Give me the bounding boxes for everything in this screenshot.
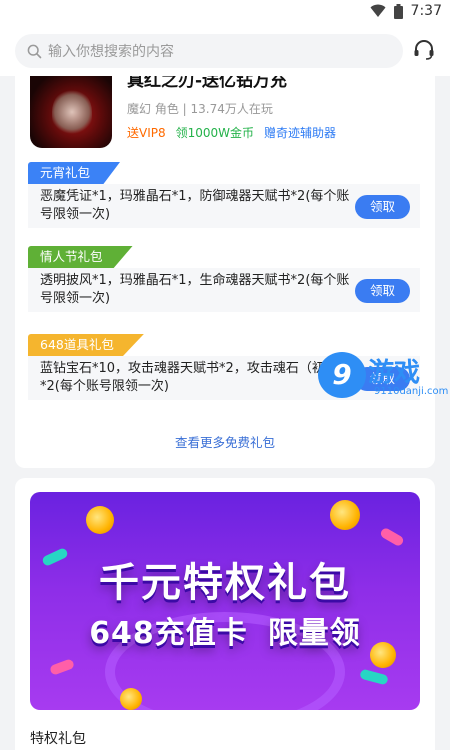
status-bar: 7:37 xyxy=(0,0,450,24)
section-title: 特权礼包 xyxy=(30,731,86,747)
privilege-card: 千元特权礼包 648充值卡 限量领 特权礼包 xyxy=(15,478,435,750)
search-input[interactable]: 输入你想搜索的内容 xyxy=(15,34,403,68)
coin-icon xyxy=(86,506,114,534)
gift-description: 恶魔凭证*1，玛雅晶石*1，防御魂器天赋书*2(每个账号限领一次) xyxy=(40,189,350,222)
tag-helper-tool: 赠奇迹辅助器 xyxy=(264,126,337,140)
game-icon[interactable] xyxy=(30,76,112,148)
game-title[interactable]: 真红之刃-送亿钻万充 xyxy=(127,76,287,91)
gift-description: 透明披风*1，玛雅晶石*1，生命魂器天赋书*2(每个账号限领一次) xyxy=(40,273,350,306)
gift-description: 蓝钻宝石*10，攻击魂器天赋书*2，攻击魂石（初级）*2(每个账号限领一次) xyxy=(40,361,345,394)
search-placeholder: 输入你想搜索的内容 xyxy=(48,44,174,60)
promo-banner[interactable]: 千元特权礼包 648充值卡 限量领 xyxy=(30,492,420,710)
gift-label: 元宵礼包 xyxy=(28,162,121,184)
battery-icon xyxy=(393,3,403,19)
claim-button[interactable]: 领取 xyxy=(355,195,410,219)
banner-subtitle: 648充值卡 限量领 xyxy=(89,616,361,651)
watermark-badge: 9 xyxy=(318,352,366,398)
more-gifts-link[interactable]: 查看更多免费礼包 xyxy=(15,432,435,451)
watermark-name: 游戏 xyxy=(368,358,421,388)
coin-icon xyxy=(120,688,142,710)
claim-button[interactable]: 领取 xyxy=(355,279,410,303)
tag-coins: 领1000W金币 xyxy=(175,126,255,140)
search-header: 输入你想搜索的内容 xyxy=(0,24,450,76)
gift-label: 情人节礼包 xyxy=(28,246,133,268)
game-meta: 魔幻 角色 | 13.74万人在玩 xyxy=(127,102,273,116)
headset-icon[interactable] xyxy=(412,38,436,62)
game-gift-card: 真红之刃-送亿钻万充 魔幻 角色 | 13.74万人在玩 送VIP8 领1000… xyxy=(15,76,435,468)
search-icon xyxy=(27,44,42,58)
tag-vip: 送VIP8 xyxy=(127,126,166,140)
watermark-logo: 9 游戏 9110danji.com xyxy=(312,352,450,406)
banner-title: 千元特权礼包 xyxy=(99,560,351,606)
gift-label: 648道具礼包 xyxy=(28,334,144,356)
game-tags: 送VIP8 领1000W金币 赠奇迹辅助器 xyxy=(127,124,336,141)
watermark-site: 9110danji.com xyxy=(374,386,449,397)
clock: 7:37 xyxy=(410,3,442,19)
wifi-icon xyxy=(370,4,386,17)
coin-icon xyxy=(330,500,360,530)
